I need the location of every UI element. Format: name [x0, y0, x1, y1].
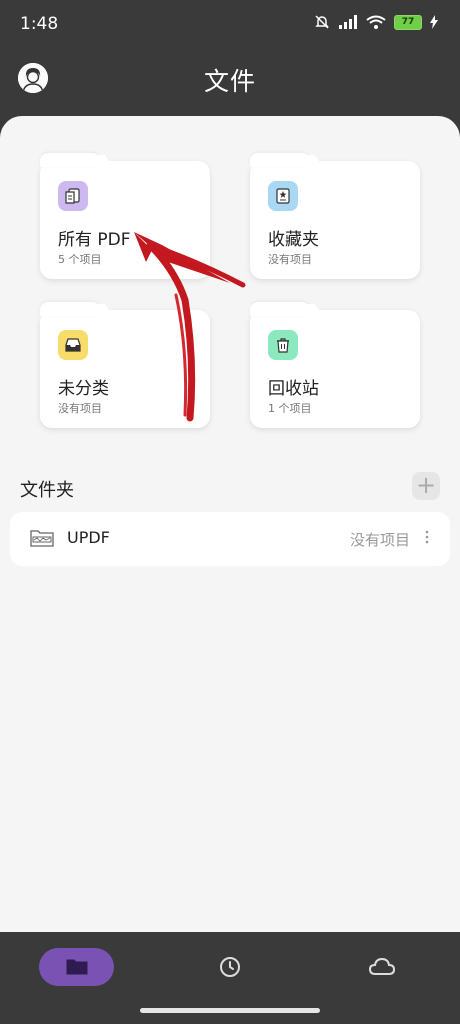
card-title: 所有 PDF	[58, 230, 131, 250]
card-title: 回收站	[268, 379, 319, 399]
card-favorites[interactable]: 收藏夹 没有项目	[250, 153, 420, 279]
card-subtitle: 5 个项目	[58, 253, 102, 266]
signal-icon	[339, 15, 357, 29]
card-subtitle: 没有项目	[58, 402, 102, 415]
pdf-files-icon	[58, 181, 88, 211]
folder-name: UPDF	[67, 528, 110, 547]
clock-icon	[220, 957, 240, 977]
charging-icon	[430, 15, 438, 29]
folder-icon	[66, 959, 87, 975]
card-uncategorized[interactable]: 未分类 没有项目	[40, 302, 210, 428]
card-recycle-bin[interactable]: 回收站 1 个项目	[250, 302, 420, 428]
folder-row-updf[interactable]: UPDF 没有项目	[10, 512, 450, 566]
home-indicator	[140, 1008, 320, 1013]
main-panel: 所有 PDF 5 个项目 收藏夹 没有项目 未分类 没有项目 回收站 1 个项目…	[0, 116, 460, 932]
bookmark-star-icon	[268, 181, 298, 211]
more-vertical-icon[interactable]	[424, 528, 430, 546]
nav-files[interactable]	[39, 948, 114, 986]
card-subtitle: 没有项目	[268, 253, 312, 266]
card-title: 未分类	[58, 379, 109, 399]
status-bar: 1:48 77	[0, 0, 460, 50]
card-all-pdf[interactable]: 所有 PDF 5 个项目	[40, 153, 210, 279]
folders-section-title: 文件夹	[20, 480, 74, 501]
wifi-icon	[366, 15, 386, 29]
page-title: 文件	[203, 67, 256, 96]
nav-cloud[interactable]	[352, 948, 412, 986]
card-title: 收藏夹	[268, 230, 319, 250]
card-subtitle: 1 个项目	[268, 402, 312, 415]
add-folder-button[interactable]: +	[412, 472, 440, 500]
cloud-icon	[368, 957, 396, 975]
inbox-tray-icon	[58, 330, 88, 360]
battery-indicator: 77	[394, 14, 422, 30]
trash-can-icon	[268, 330, 298, 360]
nav-recent[interactable]	[200, 948, 260, 986]
status-time: 1:48	[20, 14, 59, 34]
mute-bell-icon	[315, 15, 329, 29]
folder-item-count: 没有项目	[349, 531, 410, 549]
folder-icon	[30, 530, 54, 547]
app-header: 文件	[0, 50, 460, 116]
status-icons: 77	[314, 14, 438, 30]
